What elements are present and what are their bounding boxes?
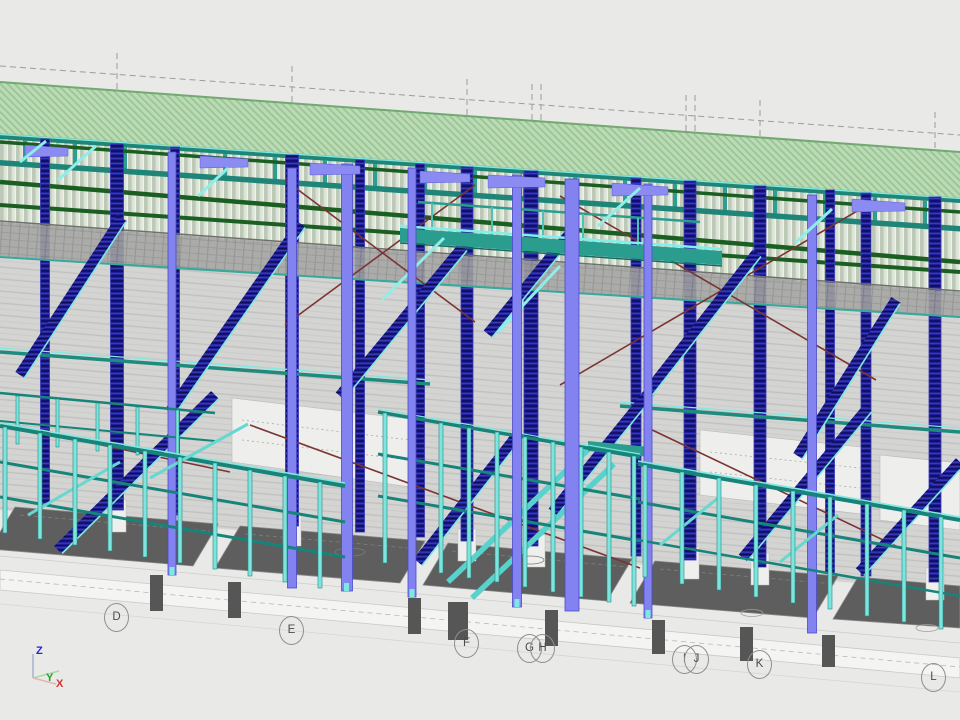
front-column xyxy=(342,164,353,591)
column xyxy=(416,164,425,537)
grid-bubble-k[interactable]: K xyxy=(747,650,772,679)
front-pedestal xyxy=(822,635,835,667)
column xyxy=(356,160,365,532)
grid-bubble-d[interactable]: D xyxy=(104,603,129,632)
front-column xyxy=(808,195,817,633)
front-column xyxy=(565,179,579,611)
front-column xyxy=(513,175,522,607)
grid-bubble-h[interactable]: H xyxy=(530,634,555,663)
axis-y-label: Y xyxy=(46,672,53,684)
front-pedestal xyxy=(652,620,665,654)
grid-bubble-j[interactable]: J xyxy=(684,645,709,674)
grid-bubble-f[interactable]: F xyxy=(454,629,479,658)
column-grid-ij xyxy=(684,181,696,560)
front-column xyxy=(408,168,416,597)
front-pedestal xyxy=(228,582,241,618)
grid-bubble-e[interactable]: E xyxy=(279,616,304,645)
column-grid-d xyxy=(111,144,124,510)
axis-z-label: Z xyxy=(36,645,43,657)
front-pedestal xyxy=(408,598,421,634)
front-column xyxy=(288,168,297,588)
model-viewport[interactable]: D E F G H I J K L Z Y X xyxy=(0,0,960,720)
front-pedestal xyxy=(150,575,163,611)
model-canvas[interactable] xyxy=(0,0,960,720)
grid-bubble-l[interactable]: L xyxy=(921,663,946,692)
front-column xyxy=(168,152,176,575)
axis-x-label: X xyxy=(56,678,63,690)
